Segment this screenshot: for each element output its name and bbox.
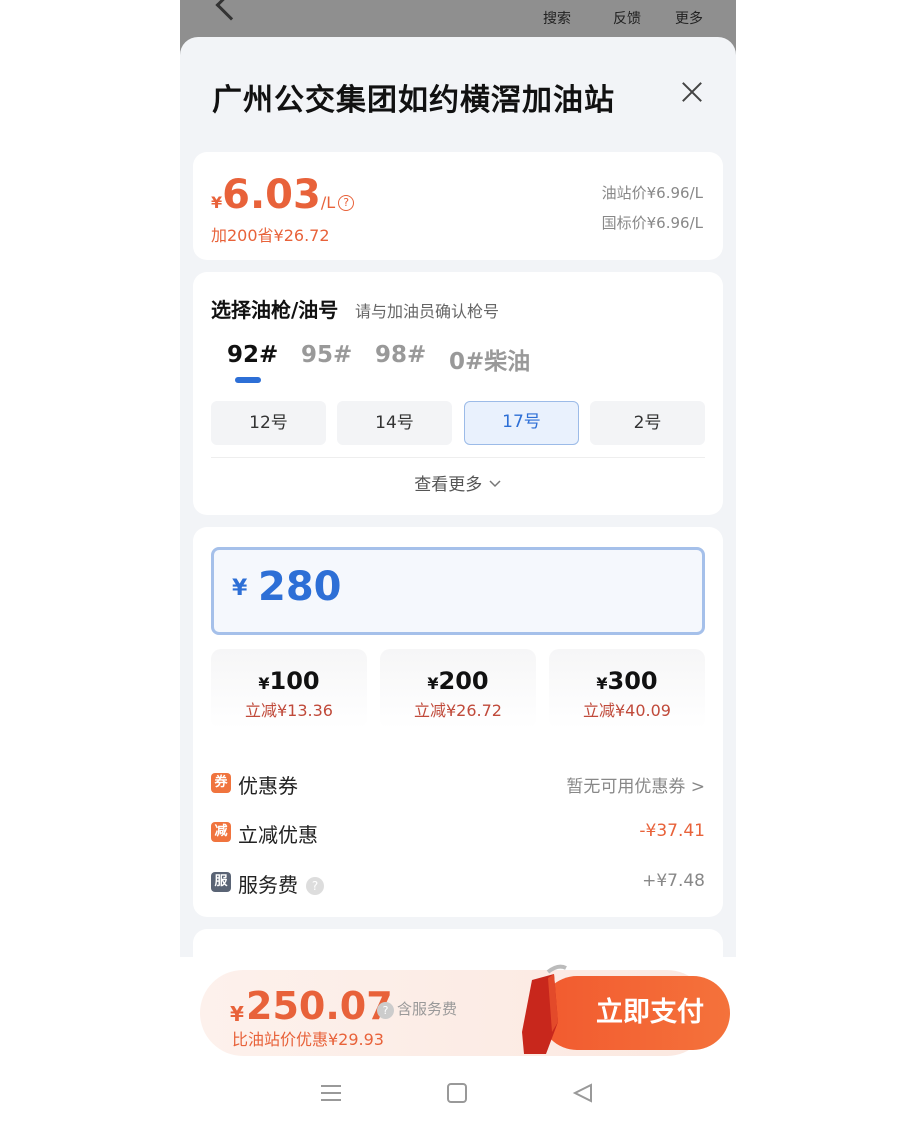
fuel-nozzle-icon [522,964,567,1054]
chevron-down-icon [489,480,501,488]
service-fee-row: 服 服务费? +¥7.48 [211,867,705,897]
gun-title: 选择油枪/油号 [211,298,339,322]
search-icon [532,0,582,8]
system-nav-bar [180,1060,736,1130]
gun-button-17[interactable]: 17号 [464,401,579,445]
service-fee-value: +¥7.48 [642,871,705,891]
next-card-edge [193,929,723,957]
divider [211,457,705,458]
national-price: 国标价¥6.96/L [601,214,703,232]
more-button[interactable]: 更多 [664,0,714,28]
unit-price: ¥6.03/L? [211,172,355,218]
feedback-button[interactable]: 反馈 [602,0,652,28]
gun-button-2[interactable]: 2号 [590,401,705,445]
home-icon[interactable] [446,1082,468,1104]
total-note: ? 含服务费 [377,998,457,1019]
coupon-value: 暂无可用优惠券 > [566,777,705,797]
total-discount-text: 比油站价优惠¥29.93 [232,1030,384,1049]
tab-95[interactable]: 95# [301,342,352,368]
station-title: 广州公交集团如约横滘加油站 [212,83,615,118]
price-help-icon[interactable]: ? [338,195,355,211]
back-nav-icon[interactable] [572,1082,594,1104]
price-card: ¥6.03/L? 加200省¥26.72 油站价¥6.96/L 国标价¥6.96… [193,152,723,260]
total-currency: ¥ [230,1002,244,1026]
total-amount: 250.07 [246,984,393,1028]
payment-sheet: 广州公交集团如约横滘加油站 ¥6.03/L? 加200省¥26.72 油站价¥6… [180,37,736,957]
amount-card: ¥ 280 ¥100 立减¥13.36 ¥200 立减¥26.72 ¥300 立… [193,527,723,917]
discount-row: 减 立减优惠 -¥37.41 [211,817,705,847]
more-icon [664,0,714,8]
search-button[interactable]: 搜索 [532,0,582,28]
amount-currency: ¥ [232,576,248,601]
total-help-icon[interactable]: ? [377,1002,394,1019]
feedback-icon [602,0,652,8]
see-more-button[interactable]: 查看更多 [193,470,723,495]
service-help-icon[interactable]: ? [306,877,324,895]
preset-200[interactable]: ¥200 立减¥26.72 [380,649,536,729]
pay-bar: ¥ 250.07 ? 含服务费 比油站价优惠¥29.93 立即支付 [200,964,730,1056]
discount-icon: 减 [211,822,231,842]
close-icon[interactable] [677,77,707,107]
coupon-icon: 券 [211,773,231,793]
menu-icon[interactable] [320,1082,342,1104]
phone-screen: 搜索 反馈 更多 广州公交集团如约横滘加油站 ¥6.03/L? 加200省¥26… [180,0,736,1131]
back-icon[interactable] [215,0,247,21]
gun-button-12[interactable]: 12号 [211,401,326,445]
gun-hint: 请与加油员确认枪号 [355,302,500,321]
discount-value: -¥37.41 [639,821,705,841]
tab-diesel[interactable]: 0#柴油 [449,342,530,376]
service-icon: 服 [211,872,231,892]
pay-now-button[interactable]: 立即支付 [540,976,730,1050]
amount-value: 280 [258,564,342,610]
preset-100[interactable]: ¥100 立减¥13.36 [211,649,367,729]
tab-92[interactable]: 92# [227,342,278,368]
station-price: 油站价¥6.96/L [601,184,703,202]
amount-input[interactable]: ¥ 280 [211,547,705,635]
gun-selection-card: 选择油枪/油号 请与加油员确认枪号 92# 95# 98# 0#柴油 12号 1… [193,272,723,515]
gun-button-14[interactable]: 14号 [337,401,452,445]
tab-98[interactable]: 98# [375,342,426,368]
preset-300[interactable]: ¥300 立减¥40.09 [549,649,705,729]
saving-text: 加200省¥26.72 [211,226,330,245]
coupon-row[interactable]: 券 优惠券 暂无可用优惠券 > [211,768,705,798]
active-tab-indicator [235,377,261,383]
